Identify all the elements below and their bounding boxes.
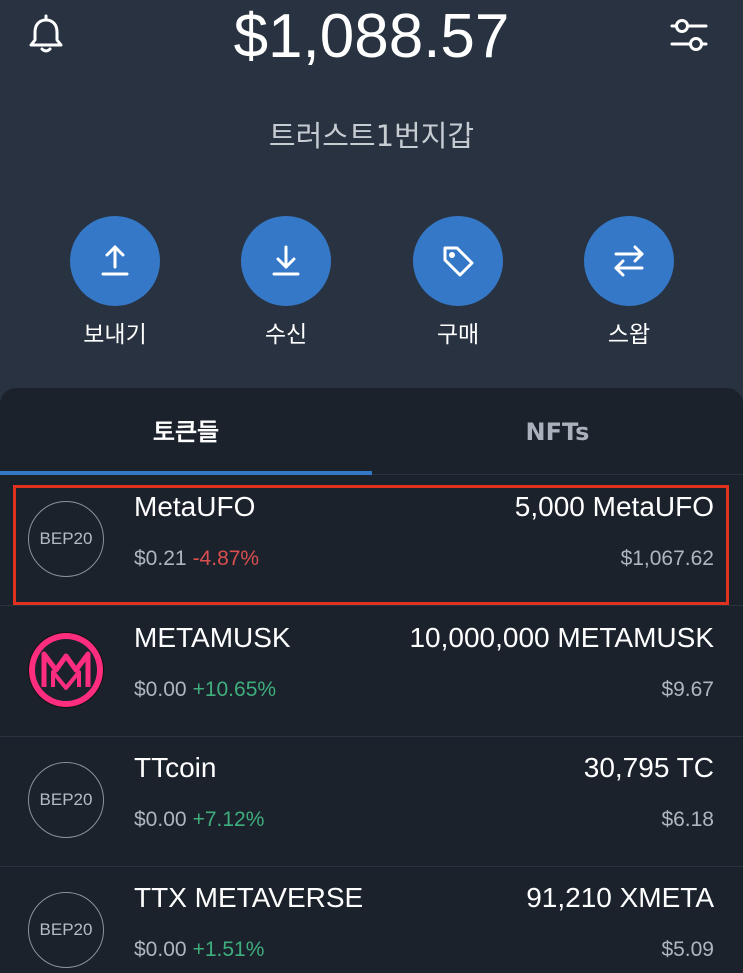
token-name: METAMUSK [134, 622, 291, 653]
token-amount: 10,000,000 METAMUSK [409, 622, 714, 653]
token-value: $1,067.62 [620, 547, 714, 570]
token-row-ttx-metaverse[interactable]: BEP20 TTX METAVERSE $0.00 +1.51% 91,210 X… [0, 866, 743, 973]
tab-nfts[interactable]: NFTs [372, 388, 743, 474]
token-change: -4.87% [192, 547, 260, 570]
token-price: $0.00 [134, 808, 187, 831]
token-price: $0.21 [134, 547, 187, 570]
receive-button[interactable]: 수신 [216, 216, 356, 350]
token-name: TTcoin [134, 752, 217, 783]
bep20-token-logo: BEP20 [28, 501, 104, 577]
token-amount: 91,210 XMETA [526, 882, 714, 913]
metamusk-logo-icon [28, 632, 104, 708]
bep20-token-logo: BEP20 [28, 892, 104, 968]
price-tag-icon[interactable] [413, 216, 503, 306]
total-balance: $1,088.57 [233, 2, 510, 71]
token-value: $5.09 [661, 938, 714, 961]
token-value: $6.18 [661, 808, 714, 831]
wallet-header: $1,088.57 트러스트1번지갑 보내기 수신 구매 스왑 [0, 0, 743, 388]
receive-arrow-down-icon[interactable] [241, 216, 331, 306]
token-row-metaufo[interactable]: BEP20 MetaUFO $0.21 -4.87% 5,000 MetaUFO … [0, 475, 743, 606]
bep20-token-logo: BEP20 [28, 762, 104, 838]
send-label: 보내기 [83, 322, 147, 348]
receive-label: 수신 [264, 322, 308, 348]
token-price-line: $0.00 +10.65% [134, 676, 276, 704]
settings-sliders-icon[interactable] [666, 12, 712, 58]
token-price: $0.00 [134, 938, 187, 961]
asset-panel: 토큰들 NFTs BEP20 MetaUFO $0.21 -4.87% 5,000… [0, 388, 743, 973]
token-change: +1.51% [192, 938, 265, 961]
token-change: +10.65% [192, 678, 277, 701]
token-price: $0.00 [134, 678, 187, 701]
tab-tokens[interactable]: 토큰들 [0, 388, 372, 474]
asset-tabs: 토큰들 NFTs [0, 388, 743, 475]
token-name: MetaUFO [134, 491, 256, 522]
token-amount: 5,000 MetaUFO [514, 491, 714, 522]
buy-button[interactable]: 구매 [388, 216, 528, 350]
swap-label: 스왑 [607, 322, 651, 348]
token-price-line: $0.00 +7.12% [134, 806, 264, 834]
swap-arrows-icon[interactable] [584, 216, 674, 306]
buy-label: 구매 [436, 322, 480, 348]
token-amount: 30,795 TC [583, 752, 714, 783]
token-price-line: $0.00 +1.51% [134, 936, 264, 964]
token-row-metamusk[interactable]: METAMUSK $0.00 +10.65% 10,000,000 METAMUS… [0, 606, 743, 737]
send-arrow-up-icon[interactable] [70, 216, 160, 306]
swap-button[interactable]: 스왑 [559, 216, 699, 350]
token-price-line: $0.21 -4.87% [134, 545, 259, 573]
token-change: +7.12% [192, 808, 265, 831]
token-value: $9.67 [661, 678, 714, 701]
wallet-name[interactable]: 트러스트1번지갑 [0, 116, 743, 156]
token-row-ttcoin[interactable]: BEP20 TTcoin $0.00 +7.12% 30,795 TC $6.18 [0, 736, 743, 867]
send-button[interactable]: 보내기 [45, 216, 185, 350]
token-name: TTX METAVERSE [134, 882, 364, 913]
